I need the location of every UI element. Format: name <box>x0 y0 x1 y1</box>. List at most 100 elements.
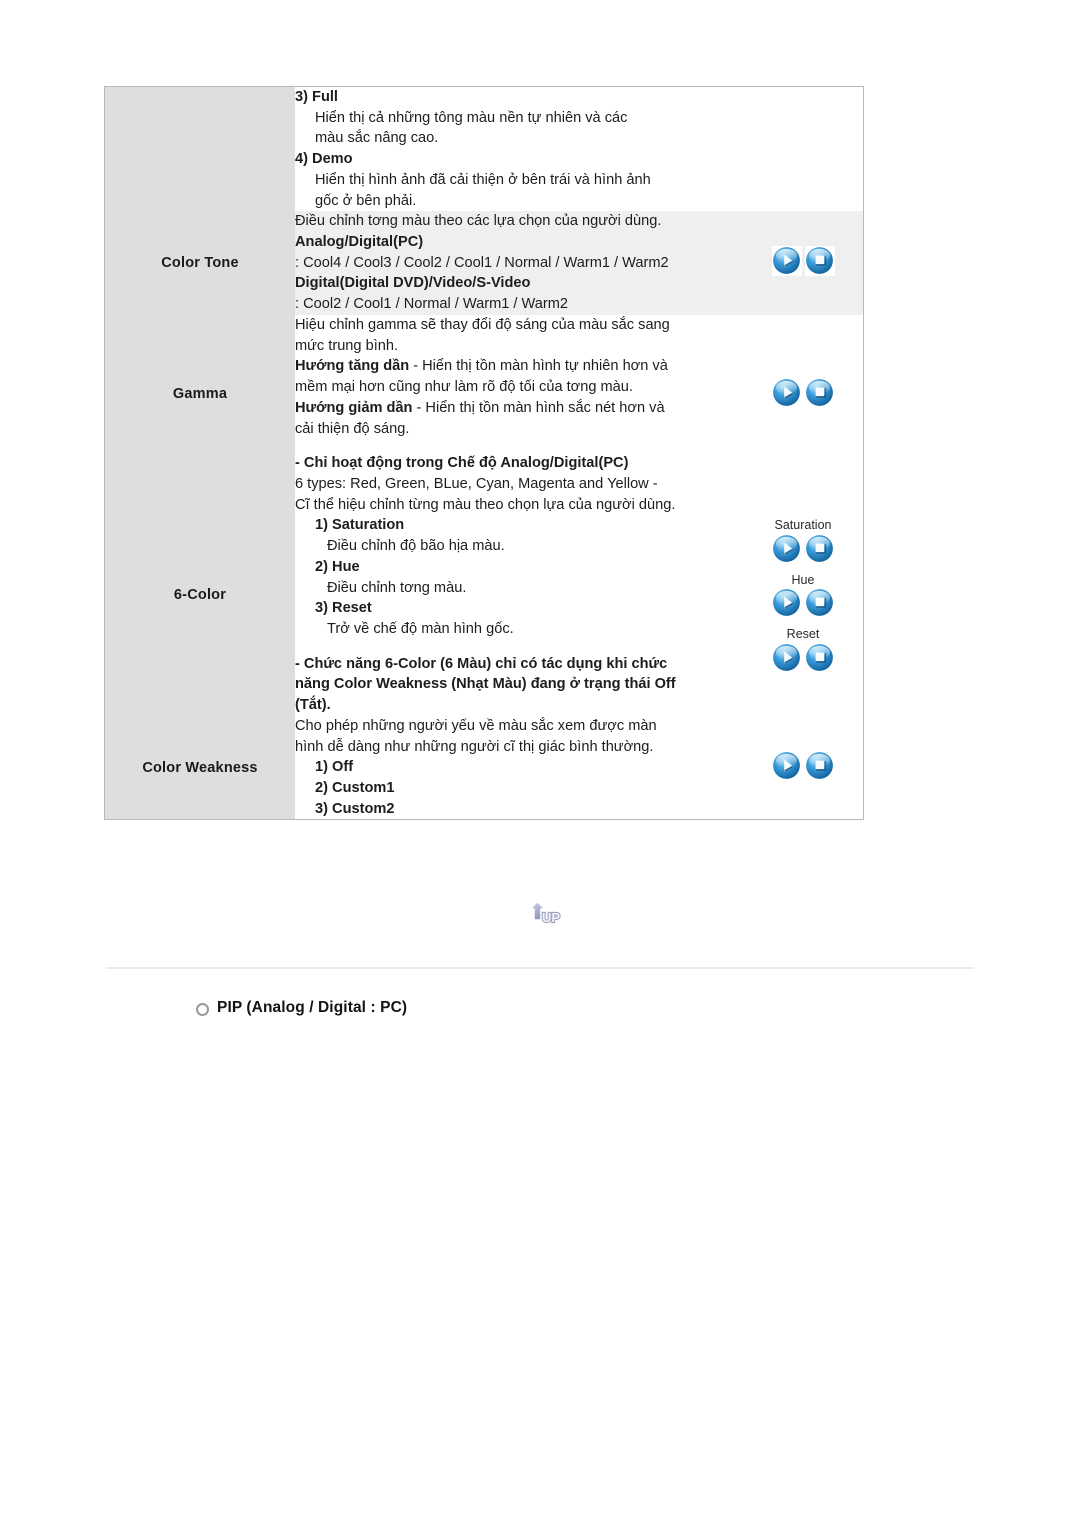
play-icon <box>773 589 800 617</box>
bullet-ring-icon <box>196 1002 209 1016</box>
description-line: năng Color Weakness (Nhạt Màu) đang ở tr… <box>295 676 676 693</box>
feature-name-cell: 6-Color <box>104 473 295 716</box>
description-line: : Cool2 / Cool1 / Normal / Warm1 / Warm2 <box>295 296 569 313</box>
control-button-pair <box>771 642 835 673</box>
feature-controls-cell: Saturation Hue Reset <box>743 473 864 716</box>
description-line: cải thiện độ sáng. <box>295 420 410 437</box>
description-line: Analog/Digital(PC) <box>295 234 424 251</box>
description-line: (Tắt). <box>295 697 331 714</box>
description-line-emphasis: Hướng tăng dần <box>295 358 410 375</box>
up-arrow-icon: UP <box>529 900 561 926</box>
play-button[interactable] <box>771 245 802 276</box>
button-group-label: Saturation <box>774 518 832 533</box>
control-button-pair <box>771 533 835 564</box>
description-line: gốc ở bên phải. <box>315 192 417 209</box>
control-button-pair <box>772 750 835 780</box>
stop-icon <box>806 751 833 779</box>
up-button-row: UP <box>0 898 1080 937</box>
play-icon <box>773 378 800 406</box>
stop-button[interactable] <box>804 245 835 276</box>
play-icon <box>773 643 800 671</box>
description-line: Trở về chế độ màn hình gốc. <box>327 620 514 637</box>
feature-description-cell: Hiệu chỉnh gamma sẽ thay đổi độ sáng của… <box>295 314 743 474</box>
stop-icon <box>806 534 833 562</box>
button-group: Saturation <box>771 513 835 564</box>
table-row: Gamma Hiệu chỉnh gamma sẽ thay đổi độ sán… <box>104 314 864 474</box>
description-line: hình dễ dàng như những người cĩ thị giác… <box>295 738 654 755</box>
play-icon <box>773 751 800 779</box>
feature-name-cell: Gamma <box>104 314 295 474</box>
feature-controls-cell <box>743 715 864 820</box>
description-line: Điều chỉnh độ bão hịa màu. <box>327 538 505 555</box>
description-line: - Chỉ hoạt động trong Chế độ Analog/Digi… <box>295 455 629 472</box>
stop-button[interactable] <box>804 587 835 618</box>
play-button[interactable] <box>771 533 802 564</box>
feature-name-cell: Color Weakness <box>104 715 295 820</box>
table-row: 3) Full Hiển thị cả những tông màu nền tự… <box>104 86 864 212</box>
line-spacer <box>295 439 743 453</box>
stop-button[interactable] <box>805 750 835 780</box>
feature-controls-cell <box>743 314 864 474</box>
feature-description-cell: Điều chỉnh tơng màu theo các lựa chọn củ… <box>295 211 743 315</box>
description-line: Hướng tăng dần - Hiển thị tồn màn hình t… <box>295 358 668 375</box>
description-line: 4) Demo <box>295 151 353 168</box>
control-button-pair <box>771 587 835 618</box>
description-line: 1) Saturation <box>315 517 405 534</box>
osd-feature-table: 3) Full Hiển thị cả những tông màu nền tự… <box>104 86 864 821</box>
button-group <box>772 377 835 407</box>
description-line: 2) Custom1 <box>315 780 395 796</box>
stop-button[interactable] <box>804 533 835 564</box>
description-line: Hướng giảm dần - Hiển thị tồn màn hình s… <box>295 399 665 416</box>
button-group-label: Hue <box>791 572 815 587</box>
control-button-pair <box>772 377 835 407</box>
description-line: Điều chỉnh tơng màu. <box>327 579 467 596</box>
play-icon <box>773 534 800 562</box>
table-row: Color Weakness Cho phép những người yếu v… <box>104 715 864 820</box>
stop-icon <box>806 378 833 406</box>
button-group: Reset <box>771 622 835 673</box>
description-line: mức trung bình. <box>295 337 399 354</box>
feature-name-cell: Color Tone <box>104 211 295 315</box>
play-button[interactable] <box>772 377 802 407</box>
up-button-text: UP <box>542 910 560 925</box>
button-group <box>771 245 835 276</box>
play-button[interactable] <box>772 750 802 780</box>
description-line: màu sắc nâng cao. <box>315 130 439 147</box>
description-line: - Chức năng 6-Color (6 Màu) chỉ có tác d… <box>295 655 668 672</box>
line-spacer <box>295 640 743 654</box>
feature-description-cell: 6 types: Red, Green, BLue, Cyan, Magenta… <box>295 473 743 716</box>
description-line: Cho phép những người yếu về màu sắc xem … <box>295 717 657 734</box>
description-line: Hiệu chỉnh gamma sẽ thay đổi độ sáng của… <box>295 316 670 333</box>
description-line: 3) Reset <box>315 600 372 617</box>
button-group <box>772 750 835 780</box>
feature-controls-cell <box>743 211 864 315</box>
stop-button[interactable] <box>805 377 835 407</box>
up-button[interactable]: UP <box>516 898 564 932</box>
stop-icon <box>806 643 833 671</box>
description-line: Điều chỉnh tơng màu theo các lựa chọn củ… <box>295 213 662 230</box>
control-button-pair <box>771 245 835 276</box>
button-group: Hue <box>771 568 835 618</box>
stop-button[interactable] <box>804 642 835 673</box>
spec-table-container: 3) Full Hiển thị cả những tông màu nền tự… <box>104 86 864 821</box>
description-line: 6 types: Red, Green, BLue, Cyan, Magenta… <box>295 475 658 492</box>
description-line: 1) Off <box>315 759 354 776</box>
play-button[interactable] <box>771 587 802 618</box>
table-row: 6-Color 6 types: Red, Green, BLue, Cyan, … <box>104 473 864 716</box>
button-group-label: Reset <box>786 627 820 642</box>
description-line: 3) Full <box>295 89 338 105</box>
section-heading-label: PIP (Analog / Digital : PC) <box>217 999 408 1016</box>
feature-controls-cell <box>743 86 864 212</box>
description-line: : Cool4 / Cool3 / Cool2 / Cool1 / Normal… <box>295 254 669 271</box>
horizontal-divider <box>106 967 974 969</box>
description-line: 3) Custom2 <box>315 800 395 817</box>
description-line: Hiển thị cả những tông màu nền tự nhiên … <box>315 109 628 126</box>
play-button[interactable] <box>771 642 802 673</box>
play-icon <box>773 247 800 275</box>
description-line: Cĩ thể hiệu chỉnh từng màu theo chọn lựa… <box>295 496 676 513</box>
page-root: 3) Full Hiển thị cả những tông màu nền tự… <box>0 0 1080 1528</box>
description-line: Digital(Digital DVD)/Video/S-Video <box>295 275 531 292</box>
feature-description-cell: Cho phép những người yếu về màu sắc xem … <box>295 715 743 820</box>
stop-icon <box>806 589 833 617</box>
description-line: mềm mại hơn cũng như làm rõ độ tối của t… <box>295 379 633 396</box>
